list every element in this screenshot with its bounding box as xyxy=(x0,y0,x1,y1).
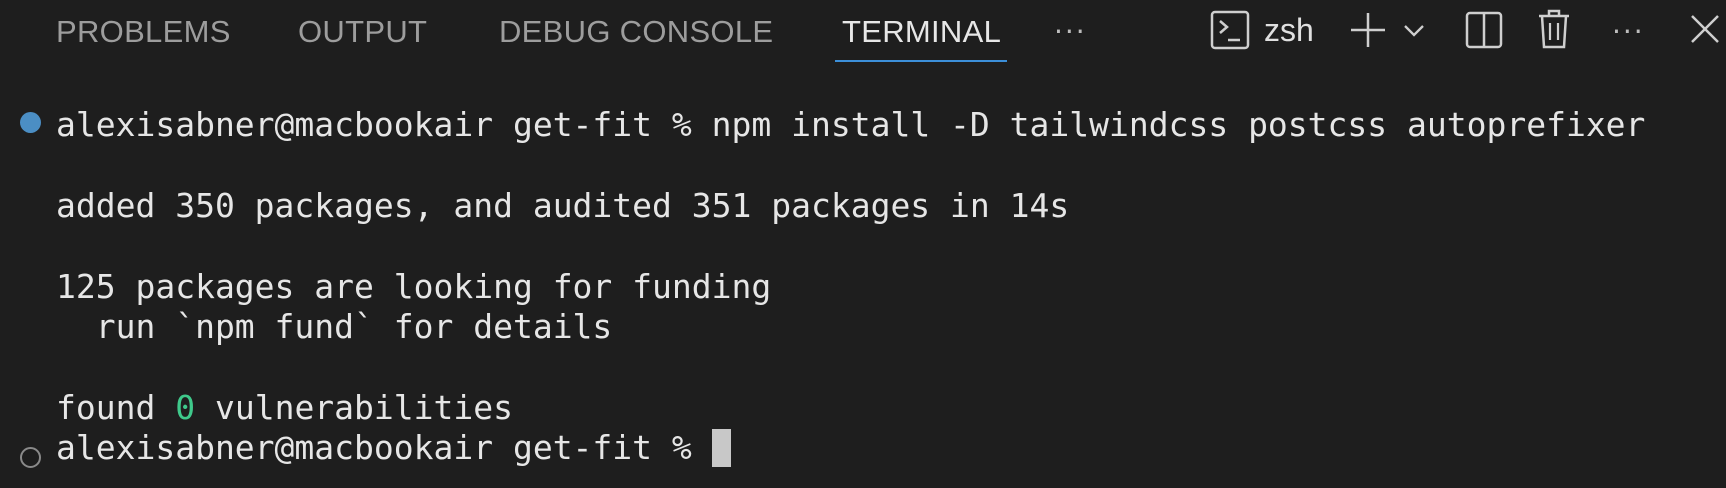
output-added-line: added 350 packages, and audited 351 pack… xyxy=(56,186,1070,225)
split-editor-icon[interactable] xyxy=(1464,10,1504,50)
terminal-cursor xyxy=(711,429,731,467)
output-funding-line: 125 packages are looking for funding xyxy=(56,267,772,306)
terminal-output[interactable]: alexisabner@macbookair get-fit % npm ins… xyxy=(0,92,1726,488)
prompt-text: alexisabner@macbookair get-fit % xyxy=(56,105,692,144)
found-suffix: vulnerabilities xyxy=(214,388,513,427)
command-line: alexisabner@macbookair get-fit % npm ins… xyxy=(56,105,1645,145)
shell-name-label[interactable]: zsh xyxy=(1264,10,1314,50)
tab-output[interactable]: OUTPUT xyxy=(298,12,427,52)
tab-debug-console[interactable]: DEBUG CONSOLE xyxy=(499,12,773,52)
found-prefix: found xyxy=(56,388,156,427)
tab-overflow-button[interactable]: ··· xyxy=(1054,12,1087,52)
output-fund-hint-line: run `npm fund` for details xyxy=(56,307,613,346)
chevron-down-icon[interactable] xyxy=(1402,18,1426,42)
vulnerability-count: 0 xyxy=(175,388,196,427)
more-actions-button[interactable]: ··· xyxy=(1612,12,1645,52)
terminal-icon[interactable] xyxy=(1210,10,1250,50)
tab-problems[interactable]: PROBLEMS xyxy=(56,12,231,52)
current-prompt-text: alexisabner@macbookair get-fit % xyxy=(56,428,692,467)
active-tab-indicator xyxy=(835,60,1007,62)
trash-icon[interactable] xyxy=(1537,8,1571,50)
panel-tab-bar: PROBLEMS OUTPUT DEBUG CONSOLE TERMINAL ·… xyxy=(0,0,1726,64)
command-text: npm install -D tailwindcss postcss autop… xyxy=(711,105,1646,144)
plus-icon[interactable] xyxy=(1348,10,1388,50)
output-vulnerabilities-line: found 0 vulnerabilities xyxy=(56,388,513,428)
command-success-decoration[interactable] xyxy=(20,112,41,133)
close-icon[interactable] xyxy=(1688,12,1722,46)
current-prompt-line: alexisabner@macbookair get-fit % xyxy=(56,428,731,468)
tab-terminal[interactable]: TERMINAL xyxy=(842,12,1001,52)
command-pending-decoration[interactable] xyxy=(20,447,41,468)
